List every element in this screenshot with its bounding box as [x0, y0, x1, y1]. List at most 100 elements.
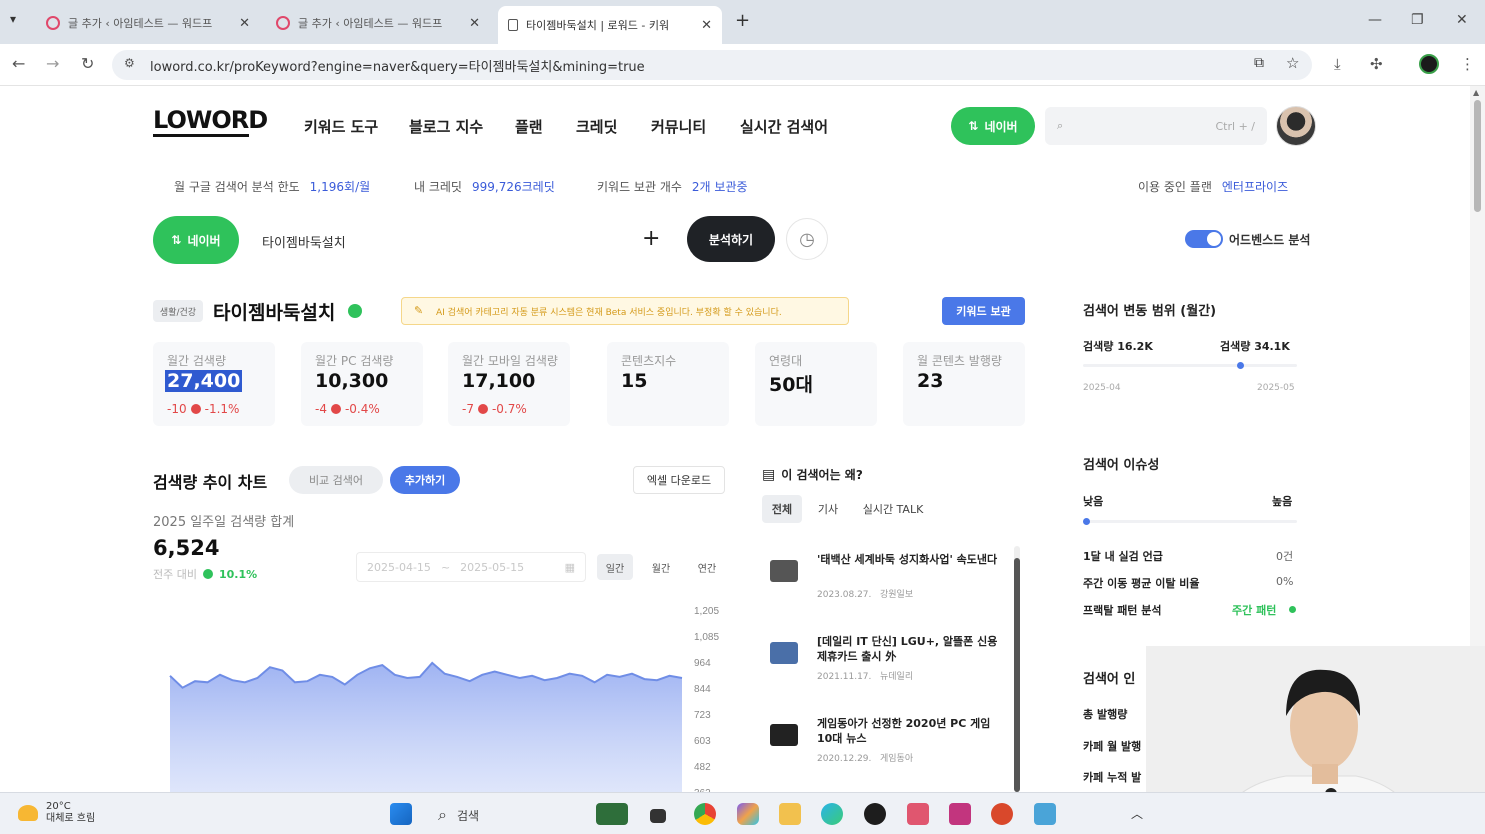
minimize-icon[interactable]: — — [1368, 12, 1382, 28]
add-keyword-button[interactable]: + — [642, 226, 660, 251]
extensions-icon[interactable]: ✣ — [1370, 55, 1383, 73]
tab-realtime-talk[interactable]: 실시간 TALK — [856, 495, 930, 523]
loword-logo[interactable]: LOWORD — [153, 106, 268, 137]
powerpoint-icon[interactable] — [991, 803, 1013, 825]
issue-high: 높음 — [1272, 495, 1293, 508]
bookmark-star-icon[interactable]: ☆ — [1286, 54, 1299, 72]
stat-card-content-index: 콘텐츠지수 15 — [607, 342, 729, 426]
browser-tab-2[interactable]: 글 추가 ‹ 아임테스트 — 워드프 ✕ — [266, 8, 490, 38]
reload-icon[interactable]: ↻ — [81, 54, 94, 73]
back-icon[interactable]: ← — [12, 54, 25, 73]
widgets-icon[interactable] — [596, 803, 628, 825]
y-tick-label: 844 — [694, 684, 711, 695]
change-pct: -1.1% — [204, 402, 240, 416]
news-scrollbar[interactable] — [1014, 546, 1020, 792]
close-tab-icon[interactable]: ✕ — [239, 16, 250, 31]
plan-value: 엔터프라이즈 — [1221, 180, 1289, 194]
week-change-pct: 10.1% — [218, 567, 258, 581]
issue-slider — [1083, 520, 1297, 523]
change-pct: -0.7% — [491, 402, 527, 416]
close-tab-icon[interactable]: ✕ — [469, 16, 480, 31]
new-tab-button[interactable]: + — [735, 10, 750, 31]
copilot-icon[interactable] — [737, 803, 759, 825]
downloads-icon[interactable]: ⤓ — [1334, 55, 1341, 73]
range-marker — [1237, 362, 1244, 369]
site-info-icon[interactable]: ⚙ — [124, 56, 135, 70]
install-app-icon[interactable]: ⧉ — [1254, 55, 1264, 71]
news-item[interactable]: [데일리 IT 단신] LGU+, 알뜰폰 신용 제휴카드 출시 外 2021.… — [770, 634, 1010, 694]
keyword-input[interactable]: 타이젬바둑설치 — [262, 232, 346, 251]
compare-keyword-button[interactable]: 비교 검색어 — [289, 466, 383, 494]
stat-value: 17,100 — [462, 370, 536, 392]
file-explorer-icon[interactable] — [779, 803, 801, 825]
why-searched-header: ▤ 이 검색어는 왜? — [762, 466, 863, 483]
address-bar[interactable]: ⚙ loword.co.kr/proKeyword?engine=naver&q… — [112, 50, 1312, 80]
top-search-input[interactable]: ⌕ Ctrl + / — [1045, 107, 1267, 145]
excel-download-button[interactable]: 엑셀 다운로드 — [633, 466, 725, 494]
tab-news[interactable]: 기사 — [810, 495, 846, 523]
news-item[interactable]: 게임동아가 선정한 2020년 PC 게임 10대 뉴스 2020.12.29.… — [770, 716, 1010, 776]
windows-start-icon[interactable] — [390, 803, 412, 825]
stat-label: 월 콘텐츠 발행량 — [917, 354, 1002, 368]
issue-marker — [1083, 518, 1090, 525]
why-searched-title: 이 검색어는 왜? — [781, 468, 863, 482]
edge-icon[interactable] — [821, 803, 843, 825]
stat-value: 50대 — [769, 374, 813, 396]
task-view-icon[interactable] — [650, 809, 666, 823]
next-section-title: 검색어 인 — [1083, 672, 1136, 687]
category-badge: 생활/건강 — [153, 300, 203, 322]
browser-tab-3-active[interactable]: 타이젬바둑설치 | 로워드 - 키워 ✕ — [498, 6, 722, 44]
y-tick-label: 603 — [694, 736, 711, 747]
nav-realtime[interactable]: 실시간 검색어 — [740, 116, 828, 137]
search-engine-button[interactable]: ⇅ 네이버 — [153, 216, 239, 264]
wordpress-favicon-icon — [46, 16, 60, 30]
url-text: loword.co.kr/proKeyword?engine=naver&que… — [150, 59, 645, 75]
snipping-icon[interactable] — [907, 803, 929, 825]
advanced-analysis-toggle[interactable] — [1185, 230, 1223, 248]
restore-icon[interactable]: ❐ — [1411, 12, 1424, 28]
close-window-icon[interactable]: ✕ — [1456, 12, 1468, 28]
menu-kebab-icon[interactable]: ⋮ — [1460, 55, 1475, 73]
close-tab-icon[interactable]: ✕ — [701, 18, 712, 33]
add-compare-button[interactable]: 추가하기 — [390, 466, 460, 494]
save-keyword-button[interactable]: 키워드 보관 — [942, 297, 1025, 325]
stat-label: 월간 PC 검색량 — [315, 354, 394, 368]
user-avatar[interactable] — [1276, 106, 1316, 146]
history-clock-icon[interactable]: ◷ — [786, 218, 828, 260]
chrome-icon[interactable] — [694, 803, 716, 825]
date-range-picker[interactable]: 2025-04-15 ~ 2025-05-15 ▦ — [356, 552, 586, 582]
onenote-icon[interactable] — [949, 803, 971, 825]
page-scroll-thumb[interactable] — [1474, 100, 1481, 212]
scroll-up-icon[interactable]: ▲ — [1473, 88, 1479, 97]
nav-credit[interactable]: 크레딧 — [576, 116, 617, 137]
date-from: 2025-04-15 — [367, 560, 431, 574]
browser-tab-1[interactable]: 글 추가 ‹ 아임테스트 — 워드프 ✕ — [36, 8, 260, 38]
news-thumbnail — [770, 724, 798, 746]
fractal-label: 프랙탈 패턴 분석 — [1083, 604, 1162, 617]
notepad-icon[interactable] — [1034, 803, 1056, 825]
app-icon[interactable] — [864, 803, 886, 825]
nav-plan[interactable]: 플랜 — [515, 116, 543, 137]
news-scroll-thumb[interactable] — [1014, 558, 1020, 792]
forward-icon[interactable]: → — [46, 54, 59, 73]
logo-underline — [153, 134, 249, 137]
taskbar-search[interactable]: ⌕ 검색 — [428, 801, 578, 829]
range-from: 2025-04 — [1083, 383, 1121, 393]
nav-blog-index[interactable]: 블로그 지수 — [409, 116, 483, 137]
period-daily[interactable]: 일간 — [597, 554, 633, 580]
analyze-button[interactable]: 분석하기 — [687, 216, 775, 262]
news-item[interactable]: '태백산 세계바둑 성지화사업' 속도낸다 2023.08.27. 강원일보 — [770, 552, 1010, 612]
period-monthly[interactable]: 월간 — [643, 554, 679, 580]
tab-list-chevron-icon[interactable]: ▾ — [10, 12, 16, 26]
profile-avatar[interactable] — [1419, 54, 1439, 74]
nav-community[interactable]: 커뮤니티 — [651, 116, 706, 137]
period-yearly[interactable]: 연간 — [689, 554, 725, 580]
browser-tabstrip: ▾ 글 추가 ‹ 아임테스트 — 워드프 ✕ 글 추가 ‹ 아임테스트 — 워드… — [0, 0, 1485, 44]
change-count: -4 — [315, 402, 327, 416]
nav-keyword-tool[interactable]: 키워드 도구 — [304, 116, 378, 137]
moving-avg-label: 주간 이동 평균 이탈 비율 — [1083, 577, 1200, 590]
weather-widget[interactable]: 20°C 대체로 흐림 — [18, 801, 95, 825]
tray-chevron-icon[interactable]: ︿ — [1131, 805, 1143, 822]
engine-select-button[interactable]: ⇅ 네이버 — [951, 107, 1035, 145]
tab-all[interactable]: 전체 — [762, 495, 802, 523]
